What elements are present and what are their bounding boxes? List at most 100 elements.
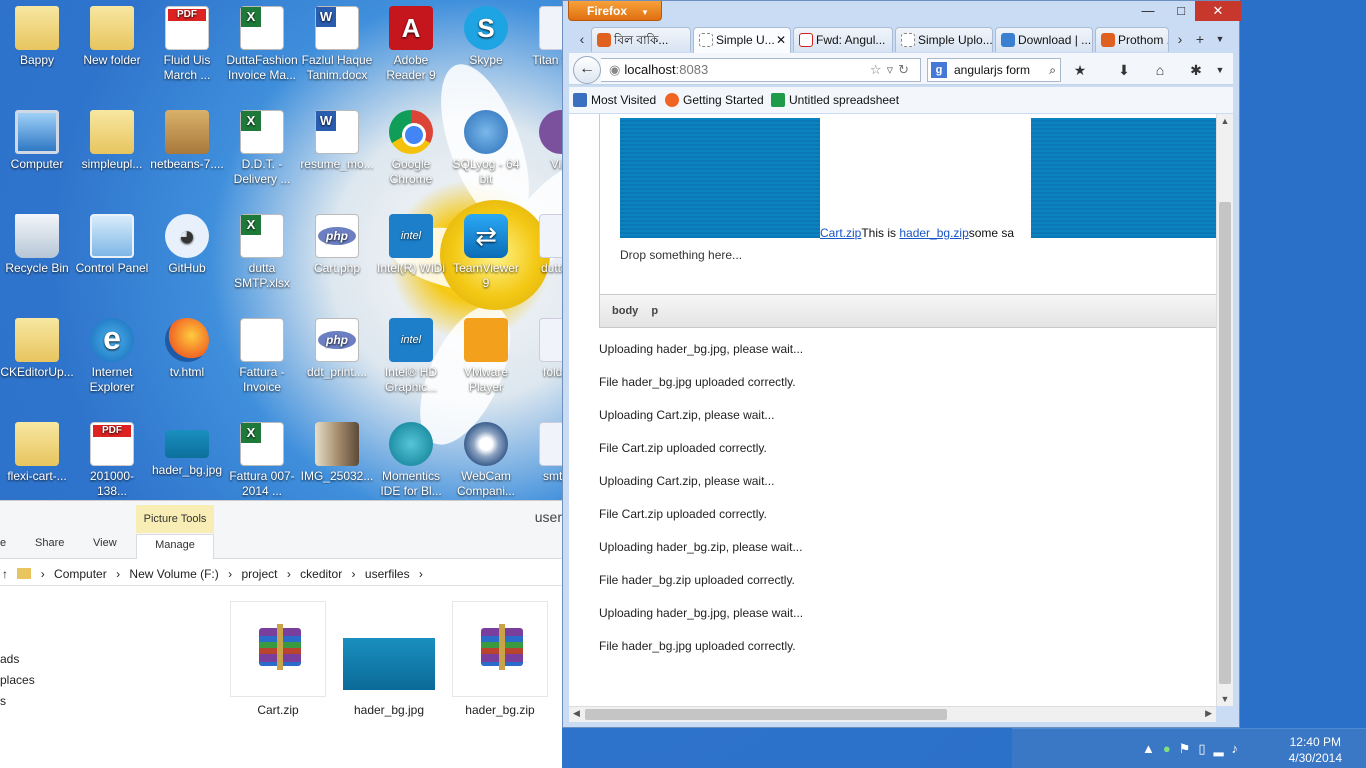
- system-tray[interactable]: ▲●⚑▯▂♪: [1142, 741, 1246, 757]
- desktop-icon-duttafashion-invoice-ma[interactable]: DuttaFashion Invoice Ma...: [225, 0, 299, 104]
- drop-zone-text[interactable]: Drop something here...: [620, 248, 742, 262]
- desktop-icon-netbeans-7[interactable]: netbeans-7....: [150, 104, 224, 208]
- desktop-icon-control-panel[interactable]: Control Panel: [75, 208, 149, 312]
- nav-item-libraries[interactable]: s: [0, 691, 35, 712]
- desktop-icon-fattura-invoice-s-r-l[interactable]: Fattura - Invoice S.r.l....: [225, 312, 299, 416]
- action-center-flag-icon[interactable]: ⚑: [1179, 741, 1199, 756]
- close-tab-icon[interactable]: ✕: [776, 28, 786, 52]
- desktop-icon-img-25032[interactable]: IMG_25032...: [300, 416, 374, 500]
- desktop-icon-bappy[interactable]: Bappy: [0, 0, 74, 104]
- power-icon[interactable]: ▯: [1198, 741, 1213, 756]
- bookmark-star-icon[interactable]: ☆: [870, 62, 887, 77]
- desktop-icon-fattura-007-2014[interactable]: Fattura 007-2014 ...: [225, 416, 299, 500]
- tab-simple-upload[interactable]: Simple Uplo...: [895, 27, 993, 52]
- horizontal-scrollbar[interactable]: ◀ ▶: [569, 706, 1216, 722]
- editor-elements-path[interactable]: body p: [599, 294, 1221, 328]
- new-tab-plus-icon[interactable]: +: [1191, 27, 1209, 52]
- firefox-menu-button[interactable]: Firefox: [568, 1, 662, 21]
- addon-puzzle-icon[interactable]: ✱: [1185, 59, 1207, 81]
- desktop-icon-computer[interactable]: Computer: [0, 104, 74, 208]
- desktop-icon-momentics-ide-for-bl[interactable]: Momentics IDE for Bl...: [374, 416, 448, 500]
- desktop-icon-webcam-compani[interactable]: WebCam Compani...: [449, 416, 523, 500]
- taskbar-clock[interactable]: 12:40 PM 4/30/2014: [1289, 734, 1342, 766]
- file-item-hader-bg-jpg[interactable]: hader_bg.jpg: [341, 601, 437, 717]
- google-search-engine-icon[interactable]: g: [931, 62, 947, 78]
- list-all-tabs-icon[interactable]: ▼: [1211, 27, 1229, 52]
- file-item-hader-bg-zip[interactable]: hader_bg.zip: [452, 601, 548, 717]
- desktop-icon-google-chrome[interactable]: Google Chrome: [374, 104, 448, 208]
- history-dropdown-icon[interactable]: ▿: [887, 62, 899, 77]
- desktop-icon-d-d-t-delivery[interactable]: D.D.T. -Delivery ...: [225, 104, 299, 208]
- scroll-tabs-left-icon[interactable]: ‹: [573, 27, 591, 52]
- desktop-icon-recycle-bin[interactable]: Recycle Bin: [0, 208, 74, 312]
- explorer-address-bar[interactable]: ↑ › Computer › New Volume (F:) › project…: [0, 562, 562, 586]
- ribbon-tab-share[interactable]: Share: [35, 537, 64, 549]
- volume-icon[interactable]: ♪: [1232, 741, 1247, 756]
- scroll-right-arrow-icon[interactable]: ▶: [1205, 708, 1212, 719]
- vertical-scroll-thumb[interactable]: [1219, 202, 1231, 684]
- desktop-icon-internet-explorer[interactable]: Internet Explorer: [75, 312, 149, 416]
- editor-image-hader-bg-2[interactable]: [1031, 118, 1221, 238]
- desktop-icon-cart-php[interactable]: Cart.php: [300, 208, 374, 312]
- bookmark-untitled-spreadsheet[interactable]: Untitled spreadsheet: [771, 87, 899, 113]
- breadcrumb-ckeditor[interactable]: ckeditor: [300, 567, 342, 581]
- network-signal-icon[interactable]: ▂: [1214, 741, 1232, 756]
- tab-prothom-alo[interactable]: Prothom ...: [1095, 27, 1169, 52]
- bookmark-most-visited[interactable]: Most Visited: [573, 87, 656, 113]
- minimize-icon[interactable]: —: [1133, 1, 1163, 21]
- desktop-icon-sqlyog-64-bit[interactable]: SQLyog - 64 bit: [449, 104, 523, 208]
- scroll-tabs-right-icon[interactable]: ›: [1171, 27, 1189, 52]
- close-icon[interactable]: ✕: [1195, 1, 1241, 21]
- desktop-icon-vmware-player[interactable]: VMware Player: [449, 312, 523, 416]
- desktop-icon-tv-html[interactable]: tv.html: [150, 312, 224, 416]
- ribbon-tab-manage[interactable]: Manage: [136, 534, 214, 559]
- ribbon-tab-home[interactable]: e: [0, 537, 6, 549]
- nav-item-recent-places[interactable]: places: [0, 670, 35, 691]
- tab-bill-baki[interactable]: বিল বাকি...: [591, 27, 691, 52]
- reload-icon[interactable]: ↻: [898, 62, 914, 77]
- breadcrumb-computer[interactable]: Computer: [54, 567, 107, 581]
- desktop-icon-resume-mo[interactable]: resume_mo...: [300, 104, 374, 208]
- url-bar[interactable]: ◉ localhost:8083 ☆▿↻: [601, 58, 921, 82]
- desktop-icon-hader-bg-jpg[interactable]: hader_bg.jpg: [150, 416, 224, 500]
- desktop-icon-201000-138[interactable]: 201000-138...: [75, 416, 149, 500]
- tab-simple-upload-active[interactable]: Simple U... ✕: [693, 27, 791, 53]
- desktop-icon-ddt-print[interactable]: ddt_print....: [300, 312, 374, 416]
- desktop-icon-intel-hd-graphic[interactable]: Intel® HD Graphic...: [374, 312, 448, 416]
- desktop-icon-new-folder[interactable]: New folder: [75, 0, 149, 104]
- breadcrumb-new-volume[interactable]: New Volume (F:): [129, 567, 218, 581]
- search-magnifier-icon[interactable]: ⌕: [1049, 59, 1056, 81]
- desktop-icon-intel-r-widi[interactable]: Intel(R) WiDi: [374, 208, 448, 312]
- up-arrow-icon[interactable]: ↑: [2, 567, 8, 581]
- link-cart-zip[interactable]: Cart.zip: [820, 226, 861, 240]
- desktop-icon-skype[interactable]: Skype: [449, 0, 523, 104]
- scroll-left-arrow-icon[interactable]: ◀: [573, 708, 580, 719]
- desktop-icon-flexi-cart[interactable]: flexi-cart-...: [0, 416, 74, 500]
- maximize-icon[interactable]: □: [1166, 1, 1196, 21]
- home-icon[interactable]: ⌂: [1149, 59, 1171, 81]
- desktop-icon-ckeditorup[interactable]: CKEditorUp...: [0, 312, 74, 416]
- file-item-cart-zip[interactable]: Cart.zip: [230, 601, 326, 717]
- scroll-up-arrow-icon[interactable]: ▲: [1217, 116, 1233, 126]
- desktop-icon-github[interactable]: GitHub: [150, 208, 224, 312]
- desktop-icon-simpleupl[interactable]: simpleupl...: [75, 104, 149, 208]
- search-bar[interactable]: g angularjs form ⌕: [927, 58, 1061, 82]
- tab-download[interactable]: Download | ...: [995, 27, 1093, 52]
- nav-item-downloads[interactable]: ads: [0, 649, 35, 670]
- show-hidden-icons-icon[interactable]: ▲: [1142, 741, 1163, 756]
- breadcrumb-userfiles[interactable]: userfiles: [365, 567, 410, 581]
- desktop-icon-teamviewer-9[interactable]: TeamViewer 9: [449, 208, 523, 312]
- tab-gmail-fwd[interactable]: Fwd: Angul...: [793, 27, 893, 52]
- bookmark-getting-started[interactable]: Getting Started: [665, 87, 764, 113]
- back-arrow-icon[interactable]: ←: [573, 56, 601, 84]
- desktop-icon-fazlul-haque-tanim-docx[interactable]: Fazlul Haque Tanim.docx: [300, 0, 374, 104]
- breadcrumb-project[interactable]: project: [241, 567, 277, 581]
- editor-image-hader-bg[interactable]: [620, 118, 820, 238]
- toolbar-overflow-chevron-down-icon[interactable]: ▼: [1209, 59, 1231, 81]
- desktop-icon-dutta-smtp-xlsx[interactable]: dutta SMTP.xlsx: [225, 208, 299, 312]
- ribbon-tab-view[interactable]: View: [93, 537, 117, 549]
- desktop-icon-adobe-reader-9[interactable]: Adobe Reader 9: [374, 0, 448, 104]
- security-shield-icon[interactable]: ●: [1163, 741, 1179, 756]
- scroll-down-arrow-icon[interactable]: ▼: [1217, 694, 1233, 704]
- bookmarks-menu-icon[interactable]: ★: [1069, 59, 1091, 81]
